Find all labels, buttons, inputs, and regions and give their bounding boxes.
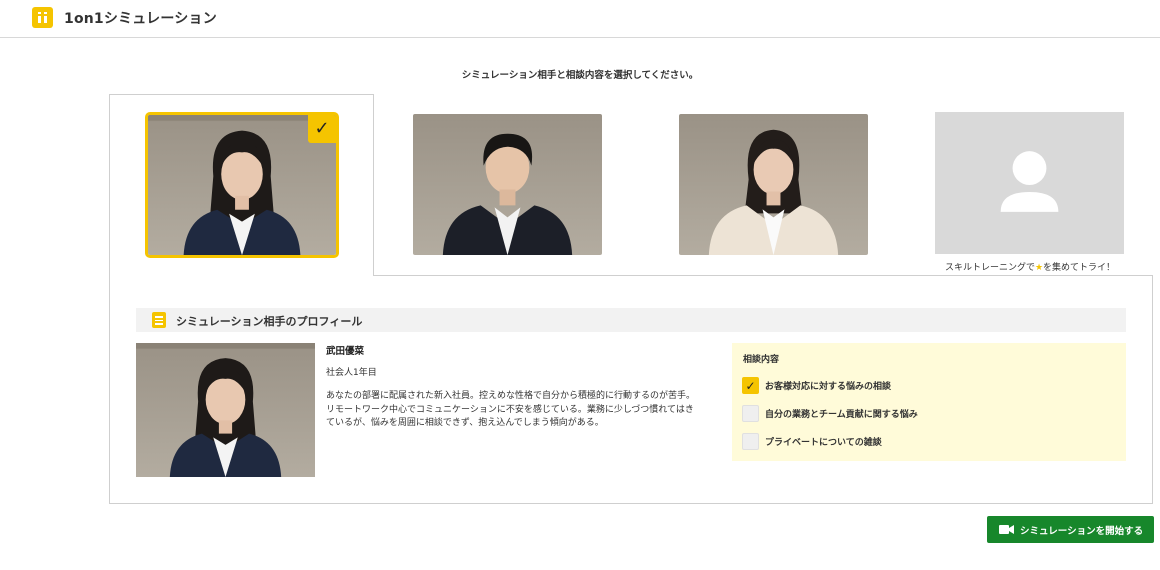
app-logo-icon [32,7,53,28]
locked-persona-caption: スキルトレーニングで★を集めてトライ！ [944,263,1116,273]
consultation-topics-panel: 相談内容 ✓ お客様対応に対する悩みの相談 自分の業務とチーム貢献に関する悩み … [732,343,1126,461]
topic-label: プライベートについての雑談 [765,438,882,448]
start-simulation-button[interactable]: シミュレーションを開始する [987,516,1154,543]
persona-card-3[interactable] [679,114,868,255]
persona-card-locked [935,112,1124,254]
user-placeholder-icon [1000,151,1059,212]
video-camera-icon [999,525,1014,534]
persona-card-2[interactable] [413,114,602,255]
profile-name: 武田優菜 [326,346,365,357]
app-header: 1on1シミュレーション [0,0,1160,38]
topic-label: お客様対応に対する悩みの相談 [765,382,892,392]
topics-title: 相談内容 [743,355,780,365]
tab-divider [373,275,1153,276]
topic-label: 自分の業務とチーム貢献に関する悩み [765,410,918,420]
profile-role: 社会人1年目 [326,368,377,378]
profile-section-header: シミュレーション相手のプロフィール [136,308,1126,332]
persona-card-1[interactable]: ✓ [145,112,339,258]
star-icon: ★ [1034,263,1044,273]
persona-photo [413,114,602,255]
section-title: シミュレーション相手のプロフィール [176,315,363,328]
checkbox-icon[interactable] [742,433,759,450]
selected-check-icon: ✓ [308,115,336,143]
profile-description: あなたの部署に配属された新入社員。控えめな性格で自分から積極的に行動するのが苦手… [326,391,696,428]
persona-photo [679,114,868,255]
document-icon [152,312,166,328]
profile-photo [136,343,315,477]
app-title: 1on1シミュレーション [64,11,217,27]
checkbox-checked-icon[interactable]: ✓ [742,377,759,394]
start-button-label: シミュレーションを開始する [1020,526,1144,537]
instruction-text: シミュレーション相手と相談内容を選択してください。 [461,70,699,81]
checkbox-icon[interactable] [742,405,759,422]
